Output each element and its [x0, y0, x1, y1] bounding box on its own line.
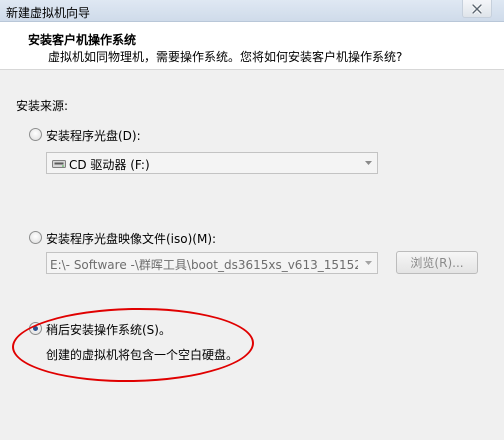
- browse-button[interactable]: 浏览(R)...: [396, 251, 478, 274]
- highlight-ellipse: [11, 305, 255, 385]
- title-bar: 新建虚拟机向导: [0, 0, 504, 22]
- drive-select[interactable]: CD 驱动器 (F:): [46, 152, 378, 174]
- page-subtitle: 虚拟机如同物理机，需要操作系统。您将如何安装客户机操作系统?: [48, 50, 403, 64]
- page-title: 安装客户机操作系统: [28, 33, 137, 47]
- iso-path-toggle[interactable]: [360, 253, 377, 273]
- window-title: 新建虚拟机向导: [6, 6, 91, 20]
- close-button[interactable]: [462, 0, 492, 18]
- chevron-down-icon: [365, 161, 372, 165]
- drive-select-toggle[interactable]: [360, 153, 377, 173]
- radio-iso-image[interactable]: [29, 231, 42, 244]
- iso-image-label[interactable]: 安装程序光盘映像文件(iso)(M):: [46, 230, 216, 247]
- close-icon: [472, 3, 482, 14]
- drive-select-value: CD 驱动器 (F:): [69, 158, 150, 172]
- install-source-label: 安装来源:: [16, 99, 69, 113]
- wizard-header: 安装客户机操作系统 虚拟机如同物理机，需要操作系统。您将如何安装客户机操作系统?: [0, 22, 504, 70]
- cd-drive-icon: [52, 160, 66, 168]
- chevron-down-icon: [365, 261, 372, 265]
- iso-path-select[interactable]: E:\- Software -\群晖工具\boot_ds3615xs_v613_…: [46, 252, 378, 274]
- radio-installer-disc[interactable]: [29, 128, 42, 141]
- iso-path-value[interactable]: E:\- Software -\群晖工具\boot_ds3615xs_v613_…: [50, 256, 358, 273]
- wizard-content: 安装来源: 安装程序光盘(D): CD 驱动器 (F:) 安装程序光盘映像文件(…: [0, 71, 504, 440]
- installer-disc-label[interactable]: 安装程序光盘(D):: [46, 127, 141, 144]
